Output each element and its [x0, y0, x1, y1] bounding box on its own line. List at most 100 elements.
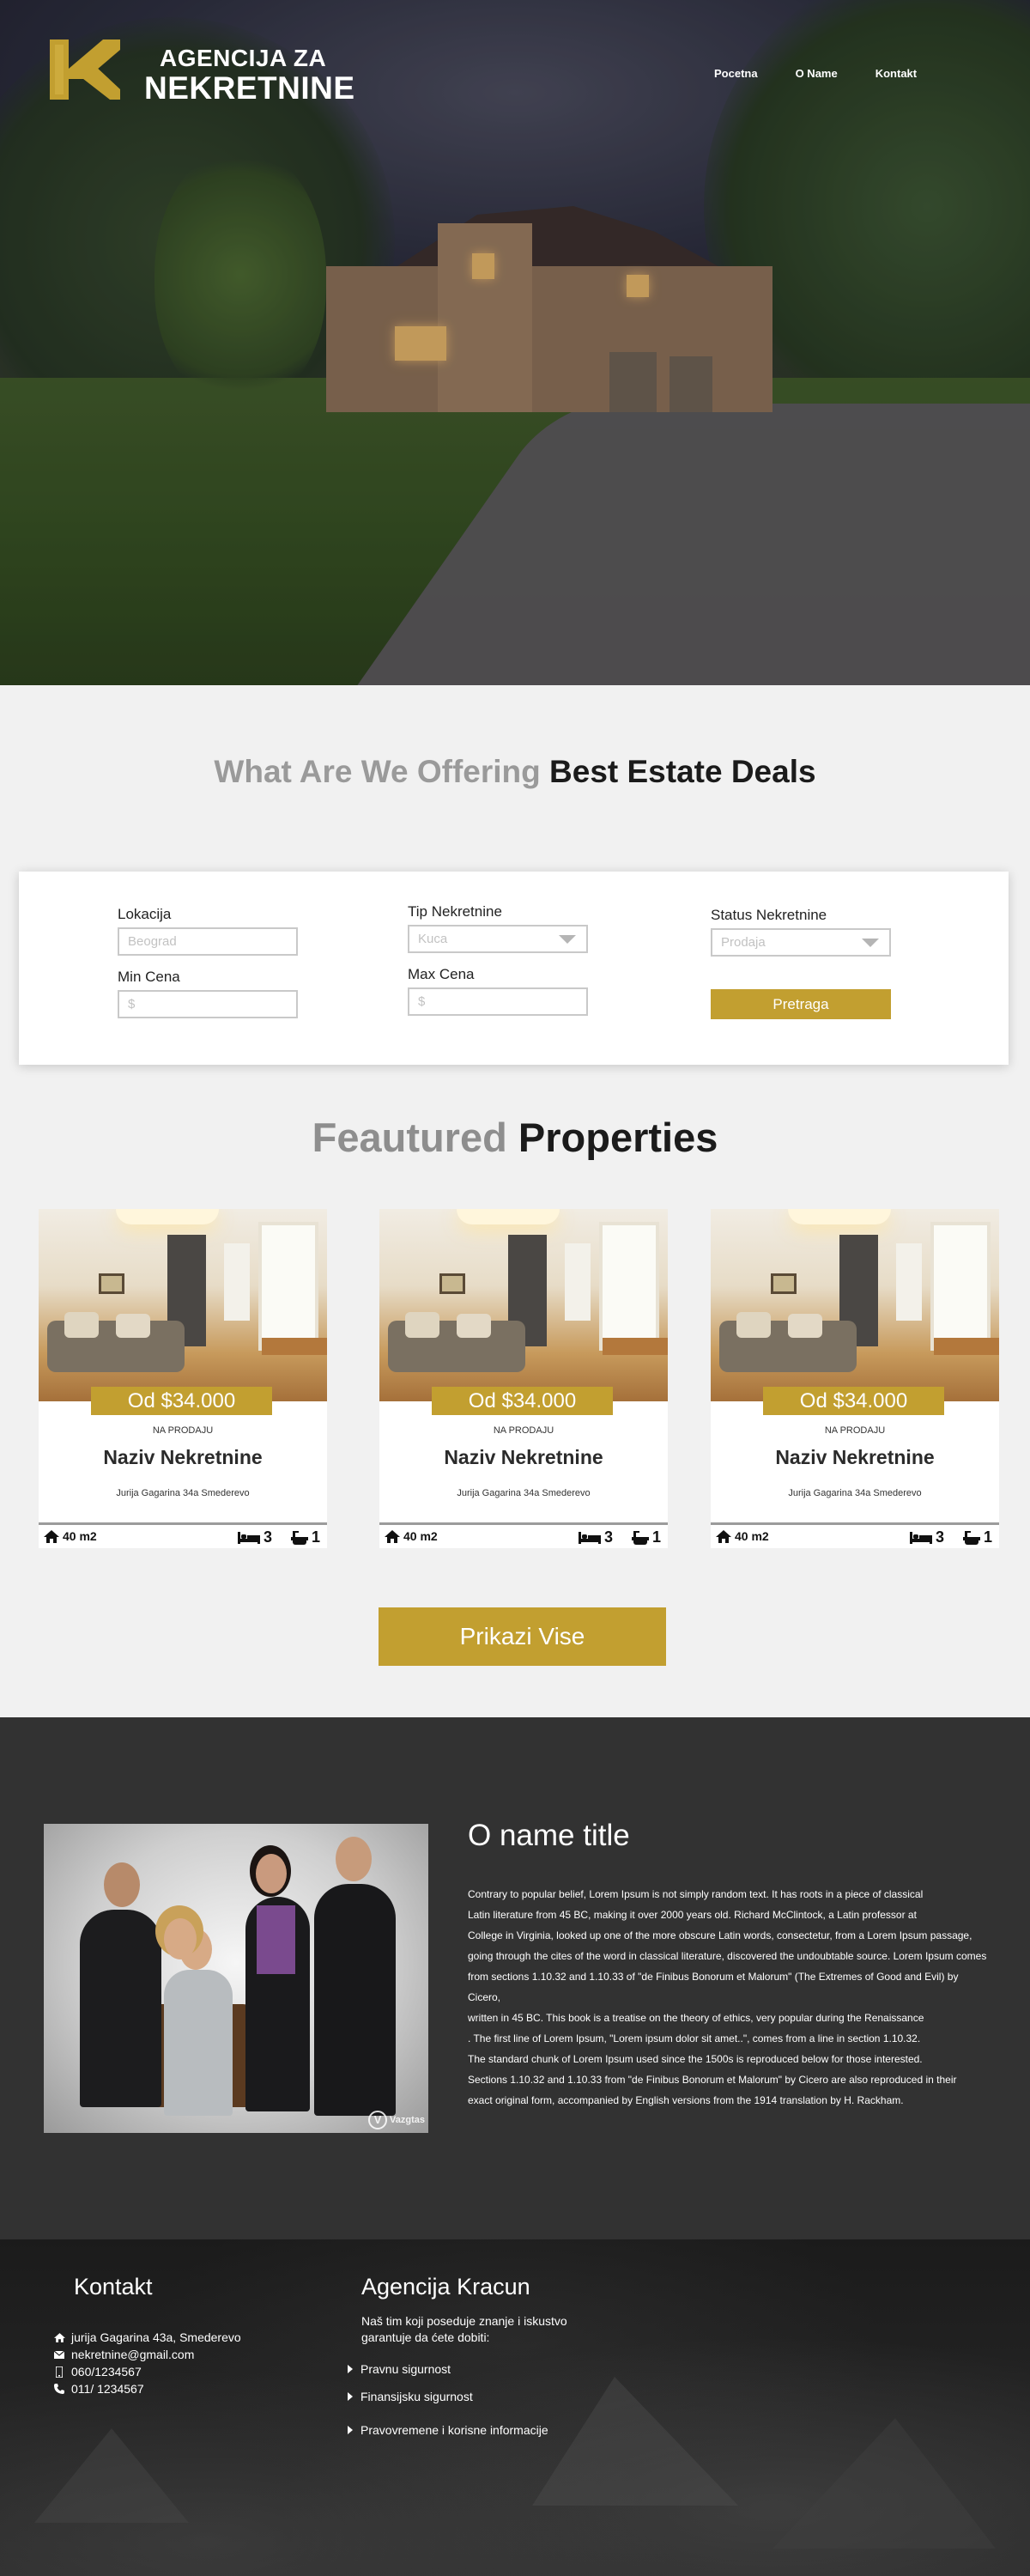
- bath-icon: [290, 1530, 308, 1545]
- max-price-group: Max Cena $: [408, 966, 588, 1016]
- status-value: Prodaja: [721, 935, 766, 950]
- search-button[interactable]: Pretraga: [711, 989, 891, 1019]
- max-price-input[interactable]: $: [408, 987, 588, 1016]
- property-status: NA PRODAJU: [493, 1425, 554, 1436]
- property-beds: 3: [263, 1528, 272, 1546]
- caret-right-icon: [348, 2365, 353, 2373]
- caret-right-icon: [348, 2392, 353, 2401]
- status-group: Status Nekretnine Prodaja: [711, 907, 891, 957]
- property-address: Jurija Gagarina 34a Smederevo: [457, 1488, 591, 1498]
- bath-icon: [962, 1530, 980, 1545]
- location-group: Lokacija Beograd: [118, 906, 298, 956]
- property-type-select[interactable]: Kuca: [408, 925, 588, 953]
- status-label: Status Nekretnine: [711, 907, 827, 923]
- nav-item-o-name[interactable]: O Name: [796, 67, 838, 80]
- card-divider: [379, 1522, 668, 1525]
- nav-item-pocetna[interactable]: Pocetna: [714, 67, 758, 80]
- property-price: Od $34.000: [432, 1387, 613, 1415]
- property-search-form: Lokacija Beograd Tip Nekretnine Kuca Sta…: [19, 872, 1009, 1065]
- property-card[interactable]: Od $34.000 NA PRODAJU Naziv Nekretnine J…: [39, 1209, 327, 1548]
- property-name[interactable]: Naziv Nekretnine: [379, 1446, 668, 1469]
- about-section: V Vazgtas O name title Contrary to popul…: [0, 1717, 1030, 2239]
- min-price-input[interactable]: $: [118, 990, 298, 1018]
- hero-banner: AGENCIJA ZA NEKRETNINE Pocetna O Name Ko…: [0, 0, 1030, 685]
- top-navigation: Pocetna O Name Kontakt: [714, 67, 917, 80]
- site-footer: Kontakt jurija Gagarina 43a, Smederevo n…: [0, 2239, 1030, 2576]
- brand-name[interactable]: AGENCIJA ZA NEKRETNINE: [144, 45, 355, 106]
- property-meta: 40 m2 3 1: [379, 1527, 668, 1548]
- property-baths: 1: [651, 1528, 661, 1546]
- featured-title: Feautured Properties: [0, 1114, 1030, 1161]
- home-icon: [44, 1529, 59, 1543]
- mobile-icon: [53, 2366, 65, 2378]
- property-price: Od $34.000: [763, 1387, 944, 1415]
- featured-title-muted: Feautured: [312, 1115, 507, 1160]
- about-title: O name title: [468, 1819, 630, 1852]
- watermark-logo-icon: V: [368, 2111, 388, 2129]
- property-card[interactable]: Od $34.000 NA PRODAJU Naziv Nekretnine J…: [379, 1209, 668, 1548]
- phone-icon: [53, 2384, 65, 2394]
- min-price-group: Min Cena $: [118, 969, 298, 1018]
- contact-mobile[interactable]: 060/1234567: [53, 2363, 241, 2380]
- about-paragraph-2: The standard chunk of Lorem Ipsum used s…: [468, 2053, 957, 2106]
- property-photo[interactable]: [379, 1209, 668, 1401]
- brand-line-1: AGENCIJA ZA: [160, 45, 327, 71]
- envelope-icon: [53, 2350, 65, 2359]
- chevron-down-icon: [862, 939, 879, 947]
- agency-intro: Naš tim koji poseduje znanje i iskustvo …: [361, 2314, 567, 2344]
- property-area: 40 m2: [403, 1529, 438, 1543]
- contact-phone[interactable]: 011/ 1234567: [53, 2380, 241, 2397]
- property-status: NA PRODAJU: [152, 1425, 214, 1436]
- property-type-label: Tip Nekretnine: [408, 903, 502, 920]
- service-item: Pravnu sigurnost: [348, 2362, 451, 2376]
- agency-title: Agencija Kracun: [361, 2274, 530, 2300]
- about-paragraph-1: Contrary to popular belief, Lorem Ipsum …: [468, 1888, 987, 2044]
- location-placeholder: Beograd: [128, 934, 177, 949]
- max-price-label: Max Cena: [408, 966, 475, 982]
- property-area: 40 m2: [63, 1529, 97, 1543]
- card-divider: [39, 1522, 327, 1525]
- property-card[interactable]: Od $34.000 NA PRODAJU Naziv Nekretnine J…: [711, 1209, 999, 1548]
- offering-title-muted: What Are We Offering: [214, 754, 541, 789]
- watermark-text: Vazgtas: [390, 2115, 425, 2125]
- property-status: NA PRODAJU: [824, 1425, 886, 1436]
- max-price-placeholder: $: [418, 994, 426, 1009]
- brand-logo[interactable]: [50, 39, 120, 100]
- min-price-label: Min Cena: [118, 969, 180, 985]
- contact-email[interactable]: nekretnine@gmail.com: [53, 2346, 241, 2363]
- service-item: Pravovremene i korisne informacije: [348, 2423, 548, 2437]
- property-photo[interactable]: [711, 1209, 999, 1401]
- nav-item-kontakt[interactable]: Kontakt: [876, 67, 917, 80]
- property-name[interactable]: Naziv Nekretnine: [39, 1446, 327, 1469]
- property-type-value: Kuca: [418, 932, 448, 946]
- min-price-placeholder: $: [128, 997, 136, 1012]
- bed-icon: [909, 1531, 932, 1544]
- location-input[interactable]: Beograd: [118, 927, 298, 956]
- property-photo[interactable]: [39, 1209, 327, 1401]
- property-area: 40 m2: [735, 1529, 769, 1543]
- location-label: Lokacija: [118, 906, 172, 922]
- service-item: Finansijsku sigurnost: [348, 2390, 473, 2403]
- property-name[interactable]: Naziv Nekretnine: [711, 1446, 999, 1469]
- property-price: Od $34.000: [91, 1387, 272, 1415]
- contact-address: jurija Gagarina 43a, Smederevo: [53, 2329, 241, 2346]
- property-baths: 1: [311, 1528, 320, 1546]
- contact-title: Kontakt: [74, 2274, 153, 2300]
- home-icon: [716, 1529, 731, 1543]
- featured-title-dark: Properties: [518, 1115, 718, 1160]
- property-baths: 1: [983, 1528, 992, 1546]
- home-icon: [385, 1529, 400, 1543]
- property-meta: 40 m2 3 1: [711, 1527, 999, 1548]
- offering-title: What Are We Offering Best Estate Deals: [0, 754, 1030, 790]
- property-beds: 3: [935, 1528, 944, 1546]
- property-address: Jurija Gagarina 34a Smederevo: [788, 1488, 922, 1498]
- caret-right-icon: [348, 2426, 353, 2434]
- chevron-down-icon: [559, 935, 576, 944]
- status-select[interactable]: Prodaja: [711, 928, 891, 957]
- property-beds: 3: [603, 1528, 613, 1546]
- show-more-button[interactable]: Prikazi Vise: [379, 1607, 666, 1666]
- home-icon: [53, 2332, 65, 2342]
- brand-line-2: NEKRETNINE: [144, 70, 355, 106]
- bath-icon: [631, 1530, 649, 1545]
- watermark: V Vazgtas: [368, 2111, 425, 2129]
